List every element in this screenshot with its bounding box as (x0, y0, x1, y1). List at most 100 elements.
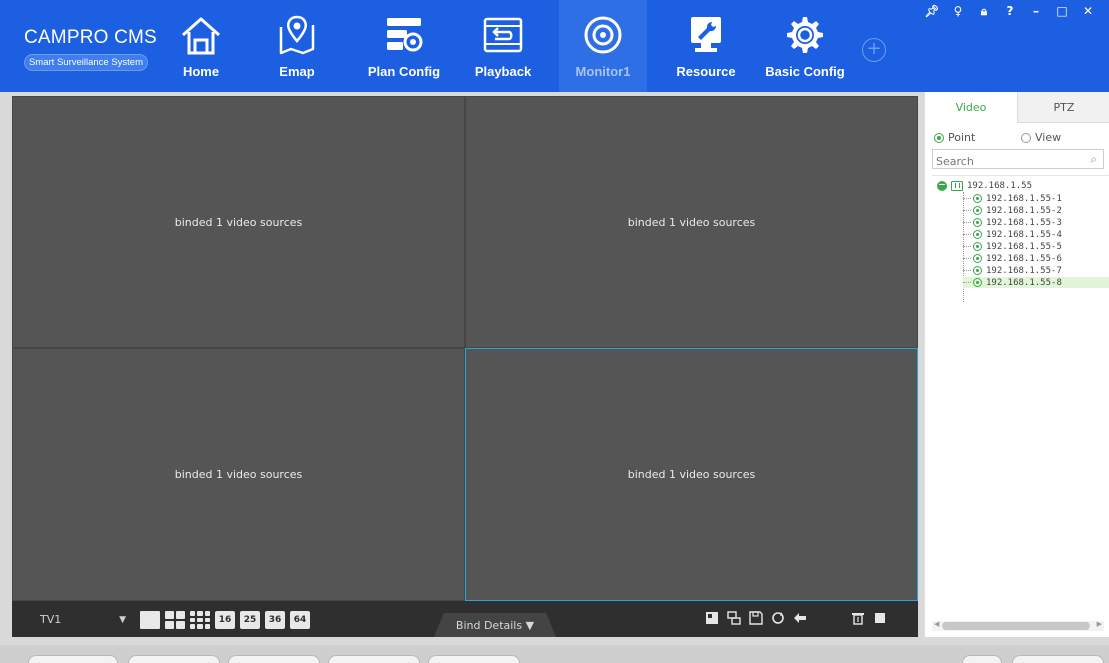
snapshot-icon[interactable] (704, 611, 720, 627)
lock-icon[interactable]: 🔒︎ (971, 2, 997, 20)
tree-channel[interactable]: 192.168.1.55-7 (963, 265, 1109, 276)
nav-emap[interactable]: Emap (266, 0, 328, 92)
camera-channel-icon (973, 266, 982, 275)
channel-label: 192.168.1.55-7 (986, 265, 1062, 276)
scrollbar-thumb[interactable] (942, 622, 1090, 630)
strip-tab[interactable] (328, 655, 420, 663)
camera-channel-icon (973, 194, 982, 203)
tree-connector (963, 198, 971, 199)
tab-ptz[interactable]: PTZ (1017, 92, 1109, 123)
channel-label: 192.168.1.55-6 (986, 253, 1062, 264)
minimize-button[interactable]: – (1023, 2, 1049, 20)
pin-icon[interactable]: 📌︎ (919, 2, 945, 20)
nav-emap-label: Emap (279, 64, 315, 79)
maximize-button[interactable]: □ (1049, 2, 1075, 20)
layout-9-button[interactable] (190, 611, 210, 629)
nav-home[interactable]: Home (170, 0, 232, 92)
bind-details-label: Bind Details (455, 619, 523, 632)
gear-icon (787, 17, 823, 53)
radio-view-label: View (1035, 131, 1062, 144)
tree-root-node[interactable]: – 192.168.1.55 (937, 180, 1032, 192)
video-wall: binded 1 video sources binded 1 video so… (12, 96, 918, 601)
scroll-right-icon[interactable]: ▶ (1097, 620, 1102, 628)
wrench-icon (691, 17, 721, 52)
add-tab-button[interactable]: + (862, 38, 886, 62)
nav-plan-config-label: Plan Config (367, 64, 441, 79)
caret-down-icon: ▼ (525, 619, 535, 632)
video-pane-1[interactable]: binded 1 video sources (12, 96, 465, 348)
horizontal-scrollbar[interactable]: ◀ ▶ (932, 620, 1104, 631)
screen-switch-icon[interactable] (726, 611, 742, 627)
strip-tab[interactable] (962, 655, 1002, 663)
nvr-device-icon (951, 181, 963, 191)
video-pane-4[interactable]: binded 1 video sources (465, 348, 918, 601)
bottom-tab-strip (0, 645, 1109, 663)
tree-channel[interactable]: 192.168.1.55-5 (963, 241, 1109, 252)
camera-channel-icon (973, 230, 982, 239)
top-nav-bar: CAMPRO CMS Smart Surveillance System Hom… (0, 0, 1109, 92)
tree-channel[interactable]: 192.168.1.55-6 (963, 253, 1109, 264)
bind-details-button[interactable]: Bind Details ▼ (434, 613, 556, 637)
strip-tab[interactable] (128, 655, 220, 663)
nav-monitor1[interactable]: Monitor1 (559, 0, 647, 92)
tree-connector (963, 234, 971, 235)
tv-select[interactable]: TV1 ▼ (34, 610, 130, 630)
tree-channel[interactable]: 192.168.1.55-2 (963, 205, 1109, 216)
nav-basic-config[interactable]: Basic Config (759, 0, 851, 92)
window-controls: 📌︎ ♀︎ 🔒︎ ? – □ ✕ (919, 2, 1101, 20)
strip-tab[interactable] (1012, 655, 1104, 663)
tab-video[interactable]: Video (925, 92, 1017, 123)
tree-channel[interactable]: 192.168.1.55-4 (963, 229, 1109, 240)
layout-1-button[interactable] (140, 611, 160, 629)
nav-plan-config[interactable]: Plan Config (361, 0, 447, 92)
tree-channel-selected[interactable]: 192.168.1.55-8 (963, 277, 1109, 288)
user-icon[interactable]: ♀︎ (945, 2, 971, 20)
camera-channel-icon (973, 218, 982, 227)
tree-connector (963, 270, 971, 271)
close-button[interactable]: ✕ (1075, 2, 1101, 20)
layout-64-button[interactable]: 64 (290, 611, 310, 629)
tree-channel[interactable]: 192.168.1.55-1 (963, 193, 1109, 204)
channel-label: 192.168.1.55-4 (986, 229, 1062, 240)
delete-icon[interactable] (850, 611, 866, 627)
nav-home-label: Home (182, 64, 220, 79)
nav-basic-config-label: Basic Config (765, 64, 845, 79)
app-tagline: Smart Surveillance System (24, 54, 148, 71)
strip-tab[interactable] (228, 655, 320, 663)
back-icon[interactable] (792, 611, 808, 627)
save-icon[interactable] (748, 611, 764, 627)
radio-view[interactable]: View (1021, 131, 1061, 144)
layout-16-button[interactable]: 16 (215, 611, 235, 629)
pane-status-text: binded 1 video sources (627, 468, 756, 481)
tree-channel[interactable]: 192.168.1.55-3 (963, 217, 1109, 228)
search-icon[interactable]: ⌕ (1090, 152, 1097, 167)
radio-point[interactable]: Point (934, 131, 975, 144)
radio-point-label: Point (948, 131, 976, 144)
layout-4-button[interactable] (165, 611, 185, 629)
strip-tab[interactable] (28, 655, 118, 663)
map-pin-icon (279, 15, 315, 55)
collapse-icon[interactable]: – (937, 181, 947, 191)
help-button[interactable]: ? (997, 2, 1023, 20)
refresh-icon[interactable] (770, 611, 786, 627)
search-input[interactable] (933, 152, 1083, 171)
device-panel: Video PTZ Point View ⌕ – 192.168.1.55 19… (924, 92, 1109, 637)
layout-36-button[interactable]: 36 (265, 611, 285, 629)
strip-tab[interactable] (428, 655, 520, 663)
channel-label: 192.168.1.55-8 (986, 277, 1062, 288)
nav-playback-label: Playback (474, 64, 532, 79)
layout-25-button[interactable]: 25 (240, 611, 260, 629)
camera-channel-icon (973, 278, 982, 287)
app-logo: CAMPRO CMS Smart Surveillance System (24, 27, 157, 71)
nav-playback[interactable]: Playback (466, 0, 540, 92)
nav-resource[interactable]: Resource (669, 0, 743, 92)
home-icon (182, 17, 220, 55)
pane-status-text: binded 1 video sources (627, 215, 756, 229)
pane-status-text: binded 1 video sources (174, 215, 303, 229)
video-pane-2[interactable]: binded 1 video sources (465, 96, 918, 348)
plan-config-icon (387, 18, 423, 52)
stop-icon[interactable] (872, 611, 888, 627)
search-box: ⌕ (932, 149, 1104, 171)
scroll-left-icon[interactable]: ◀ (934, 620, 939, 628)
video-pane-3[interactable]: binded 1 video sources (12, 348, 465, 601)
